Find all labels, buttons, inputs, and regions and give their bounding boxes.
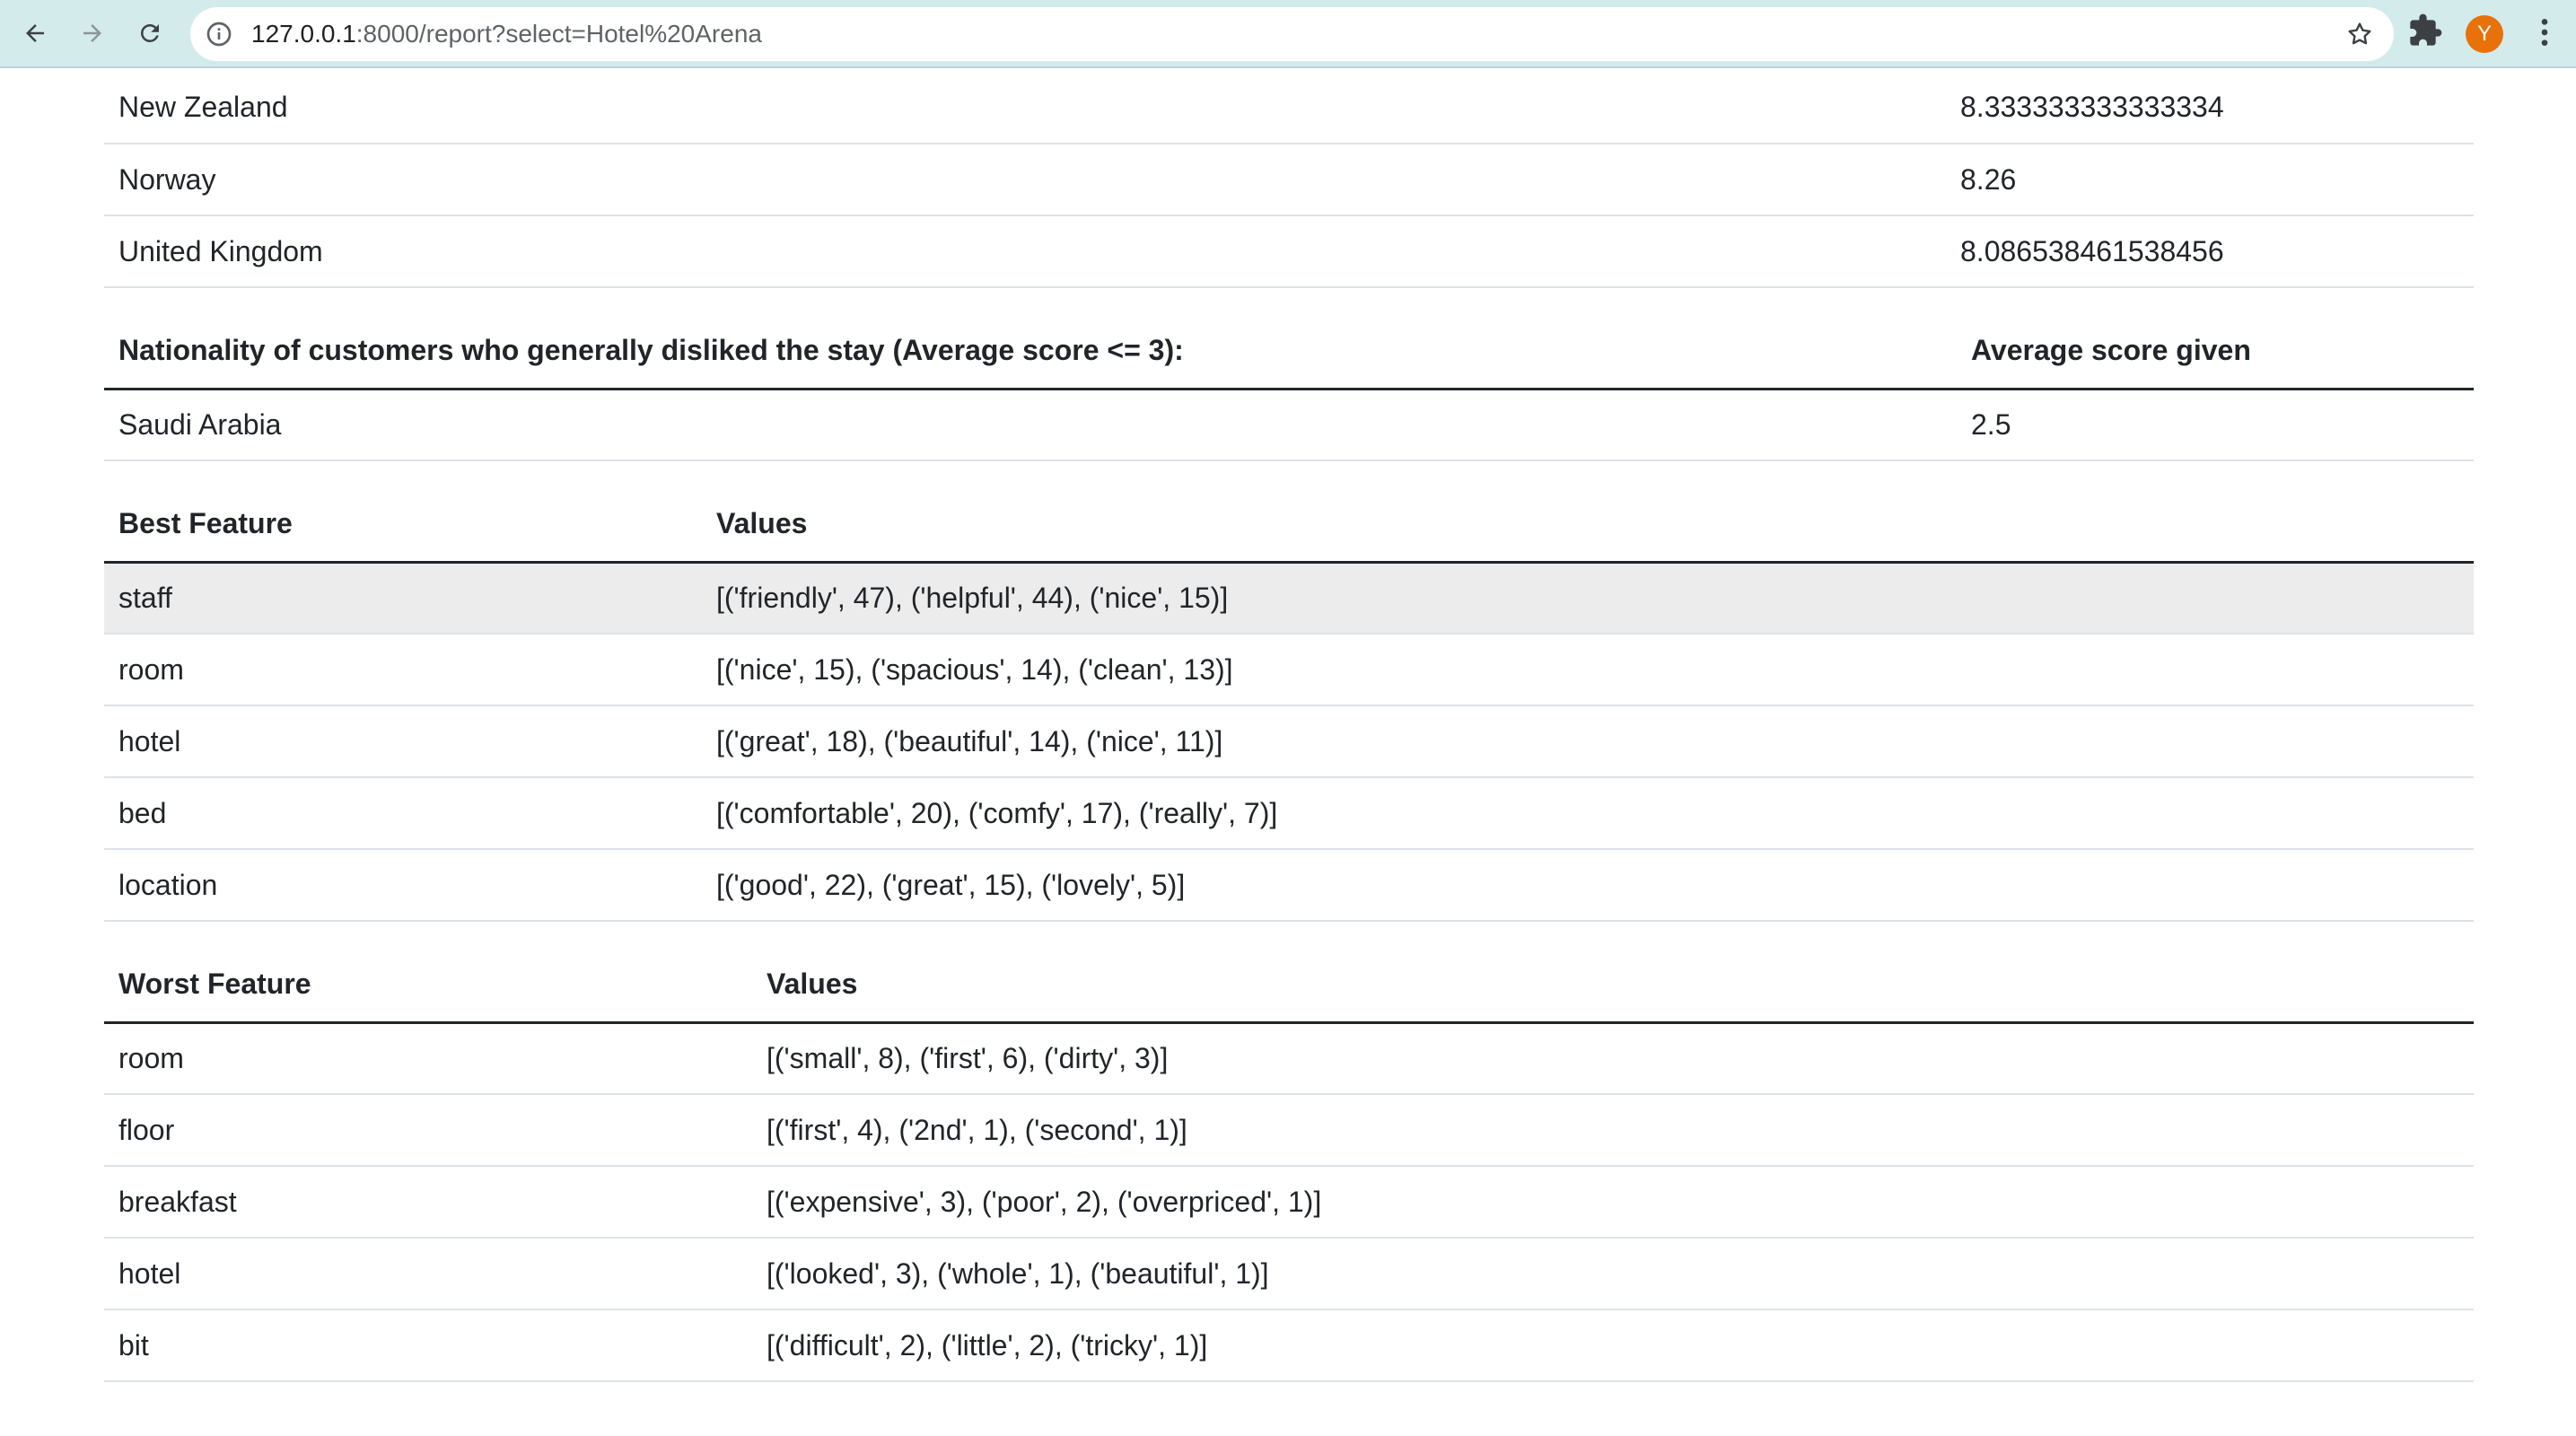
values-cell: [('good', 22), ('great', 15), ('lovely',… bbox=[702, 848, 2474, 922]
table-header-row: Worst Feature Values bbox=[104, 922, 2474, 1024]
score-cell: 8.333333333333334 bbox=[1960, 91, 2224, 123]
values-cell: [('nice', 15), ('spacious', 14), ('clean… bbox=[702, 633, 2474, 705]
feature-cell: bit bbox=[104, 1309, 752, 1382]
country-cell: Norway bbox=[104, 143, 1946, 215]
table-header-row: Nationality of customers who generally d… bbox=[104, 288, 2474, 390]
table-row: bit [('difficult', 2), ('little', 2), ('… bbox=[104, 1309, 2474, 1382]
bookmark-star-icon[interactable] bbox=[2345, 20, 2374, 53]
values-cell: [('expensive', 3), ('poor', 2), ('overpr… bbox=[752, 1165, 2474, 1238]
profile-avatar[interactable]: Y bbox=[2466, 15, 2503, 53]
column-header-values: Values bbox=[702, 461, 2474, 564]
disliked-nationalities-table: Nationality of customers who generally d… bbox=[104, 288, 2474, 461]
country-cell: New Zealand bbox=[118, 91, 288, 123]
table-row: New Zealand 8.333333333333334 bbox=[104, 72, 2474, 144]
table-row: room [('small', 8), ('first', 6), ('dirt… bbox=[104, 1022, 2474, 1094]
feature-cell: floor bbox=[104, 1093, 752, 1166]
table-row: hotel [('looked', 3), ('whole', 1), ('be… bbox=[104, 1237, 2474, 1309]
feature-cell: hotel bbox=[104, 705, 702, 777]
column-header-average-score: Average score given bbox=[1957, 288, 2474, 390]
country-cell: Saudi Arabia bbox=[104, 389, 1957, 461]
report-content: New Zealand 8.333333333333334 Norway 8.2… bbox=[104, 72, 2474, 1382]
site-info-icon[interactable] bbox=[205, 20, 233, 53]
table-row: United Kingdom 8.086538461538456 bbox=[104, 215, 2474, 288]
table-row: bed [('comfortable', 20), ('comfy', 17),… bbox=[104, 776, 2474, 849]
column-header-worst-feature: Worst Feature bbox=[104, 922, 752, 1024]
values-cell: [('small', 8), ('first', 6), ('dirty', 3… bbox=[767, 1041, 1169, 1074]
forward-arrow-icon[interactable] bbox=[72, 13, 113, 54]
feature-cell: location bbox=[104, 848, 702, 922]
values-cell: [('looked', 3), ('whole', 1), ('beautifu… bbox=[752, 1237, 2474, 1309]
table-row: room [('nice', 15), ('spacious', 14), ('… bbox=[104, 633, 2474, 705]
table-row: hotel [('great', 18), ('beautiful', 14),… bbox=[104, 705, 2474, 777]
table-row: floor [('first', 4), ('2nd', 1), ('secon… bbox=[104, 1093, 2474, 1166]
table-header-row: Best Feature Values bbox=[104, 461, 2474, 564]
feature-cell: room bbox=[118, 1041, 184, 1074]
table-row: staff [('friendly', 47), ('helpful', 44)… bbox=[104, 562, 2474, 634]
score-cell: 8.086538461538456 bbox=[1946, 215, 2474, 288]
browser-menu-icon[interactable] bbox=[2527, 14, 2563, 55]
values-cell: [('comfortable', 20), ('comfy', 17), ('r… bbox=[702, 776, 2474, 849]
feature-cell: room bbox=[104, 633, 702, 705]
table-row: Saudi Arabia 2.5 bbox=[104, 389, 2474, 461]
values-cell: [('first', 4), ('2nd', 1), ('second', 1)… bbox=[752, 1093, 2474, 1166]
country-cell: United Kingdom bbox=[104, 215, 1946, 288]
back-arrow-icon[interactable] bbox=[14, 13, 56, 54]
feature-cell: bed bbox=[104, 776, 702, 849]
column-header-best-feature: Best Feature bbox=[104, 461, 702, 564]
feature-cell: hotel bbox=[104, 1237, 752, 1309]
score-cell: 8.26 bbox=[1946, 143, 2474, 215]
table-row: location [('good', 22), ('great', 15), (… bbox=[104, 848, 2474, 922]
feature-cell: breakfast bbox=[104, 1165, 752, 1238]
table-row: Norway 8.26 bbox=[104, 143, 2474, 215]
browser-toolbar: 127.0.0.1:8000/report?select=Hotel%20Are… bbox=[0, 0, 2576, 68]
score-cell: 2.5 bbox=[1957, 389, 2474, 461]
url-text[interactable]: 127.0.0.1:8000/report?select=Hotel%20Are… bbox=[251, 7, 762, 61]
reload-icon[interactable] bbox=[129, 13, 171, 54]
values-cell: [('great', 18), ('beautiful', 14), ('nic… bbox=[702, 705, 2474, 777]
top-nationalities-table: New Zealand 8.333333333333334 Norway 8.2… bbox=[104, 72, 2474, 288]
address-bar[interactable]: 127.0.0.1:8000/report?select=Hotel%20Are… bbox=[190, 7, 2394, 61]
column-header-values: Values bbox=[752, 922, 2474, 1024]
table-row: breakfast [('expensive', 3), ('poor', 2)… bbox=[104, 1165, 2474, 1238]
extensions-puzzle-icon[interactable] bbox=[2407, 13, 2443, 53]
feature-cell: staff bbox=[104, 562, 702, 634]
worst-feature-table: Worst Feature Values room [('small', 8),… bbox=[104, 922, 2474, 1382]
values-cell: [('difficult', 2), ('little', 2), ('tric… bbox=[752, 1309, 2474, 1382]
best-feature-table: Best Feature Values staff [('friendly', … bbox=[104, 461, 2474, 922]
values-cell: [('friendly', 47), ('helpful', 44), ('ni… bbox=[702, 562, 2474, 634]
column-header-nationality: Nationality of customers who generally d… bbox=[104, 288, 1957, 390]
